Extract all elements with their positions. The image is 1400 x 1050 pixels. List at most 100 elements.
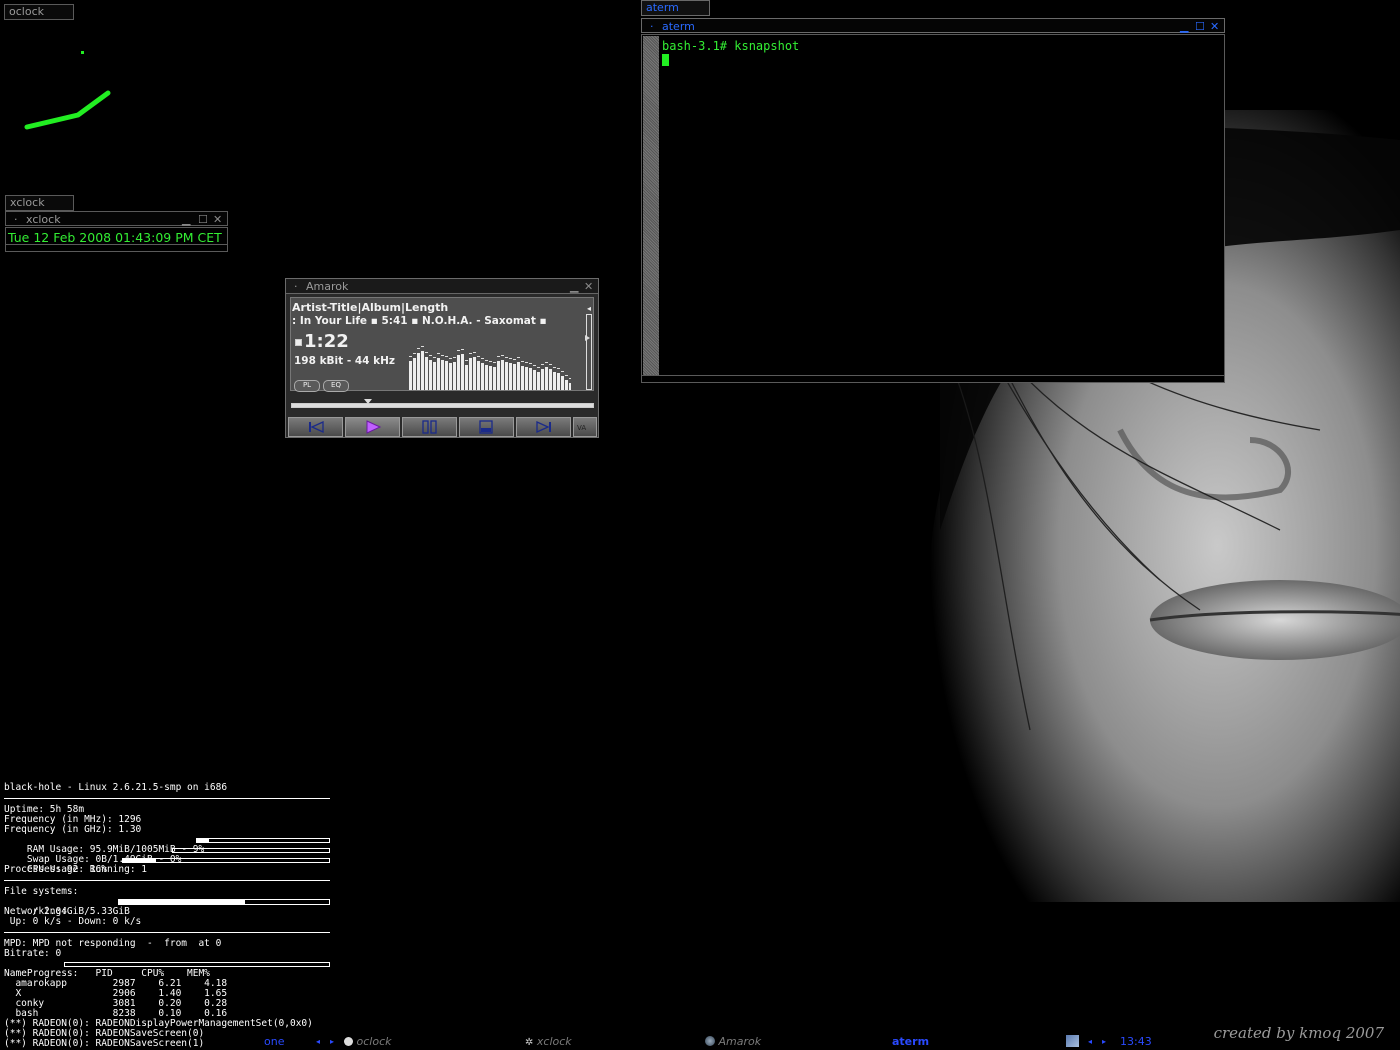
analyzer-bar [429, 360, 432, 390]
window-menu-icon[interactable]: · [650, 19, 654, 34]
process-count: Processes: 92 Running: 1 [4, 864, 147, 875]
minimize-icon[interactable]: ▁ [570, 279, 578, 294]
minimize-icon[interactable]: ▁ [1180, 19, 1188, 34]
window-next-icon[interactable]: ▸ [1102, 1037, 1106, 1046]
analyzer-bar [421, 351, 424, 390]
swap-usage: Swap Usage: 0B/1.49GiB - 0% [4, 845, 330, 865]
filesystems-title: File systems: [4, 886, 79, 897]
stop-button[interactable] [459, 417, 514, 437]
analyzer-peak [445, 356, 448, 357]
spectrum-analyzer [409, 346, 571, 390]
analyzer-peak [509, 358, 512, 359]
analyzer-bar [477, 361, 480, 390]
analyzer-peak [505, 357, 508, 358]
analyzer-bar [437, 358, 440, 390]
toolbar: one ◂ ▸ oclock ✲ xclock Amarok aterm ◂ ▸… [0, 1034, 1400, 1050]
amarok-titlebar[interactable]: · Amarok ▁ ✕ [286, 279, 598, 294]
analyzer-bar [549, 369, 552, 390]
toolbar-clock: 13:43 [1120, 1035, 1152, 1048]
equalizer-toggle-button[interactable]: EQ [323, 380, 349, 392]
close-icon[interactable]: ✕ [584, 279, 593, 294]
close-icon[interactable]: ✕ [1210, 19, 1219, 34]
analyzer-peak [437, 353, 440, 354]
minimize-icon[interactable]: ▁ [182, 212, 190, 227]
analyzer-bar [445, 361, 448, 390]
analyzer-bar [453, 362, 456, 390]
divider [4, 932, 330, 933]
analyzer-peak [449, 358, 452, 359]
analyzer-peak [469, 353, 472, 354]
analyzer-bar [465, 365, 468, 390]
analyzer-peak [549, 364, 552, 365]
analyzer-bar [537, 372, 540, 390]
mpd-bitrate: Bitrate: 0 [4, 948, 62, 959]
analyzer-peak [457, 350, 460, 351]
taskbar-item-aterm[interactable]: aterm [892, 1035, 929, 1048]
seek-slider[interactable] [291, 399, 594, 408]
play-button[interactable] [345, 417, 400, 437]
conky-monitor: black-hole - Linux 2.6.21.5-smp on i686 … [4, 783, 330, 1049]
analyzer-peak [489, 361, 492, 362]
analyzer-peak [557, 368, 560, 369]
analyzer-peak [533, 365, 536, 366]
previous-button[interactable] [288, 417, 343, 437]
volume-slider[interactable] [585, 314, 592, 390]
svg-text:VA: VA [577, 424, 586, 432]
analyzer-bar [493, 367, 496, 390]
analyzer-peak [521, 361, 524, 362]
taskbar-item-oclock[interactable]: oclock [344, 1035, 391, 1048]
tab-oclock[interactable]: oclock [4, 4, 74, 20]
xclock-time: Tue 12 Feb 2008 01:43:09 PM CET [8, 230, 222, 245]
window-menu-icon[interactable]: · [14, 212, 18, 227]
system-tray-icon[interactable] [1066, 1035, 1079, 1050]
aterm-titlebar[interactable]: · aterm ▁ ☐ ✕ [641, 18, 1225, 33]
playlist-toggle-button[interactable]: PL [294, 380, 320, 392]
window-resize-grip[interactable] [642, 375, 1224, 382]
analyzer-bar [529, 368, 532, 390]
analyzer-peak [473, 352, 476, 353]
analyzer-peak [465, 360, 468, 361]
pause-button[interactable] [402, 417, 457, 437]
mpd-progress-bar [64, 962, 330, 967]
next-button[interactable] [516, 417, 571, 437]
analyzer-peak [493, 362, 496, 363]
amarok-logo-button[interactable]: VA [573, 417, 597, 437]
window-title: xclock [26, 213, 61, 226]
xclock-titlebar[interactable]: · xclock ▁ ☐ ✕ [5, 211, 228, 226]
tab-xclock[interactable]: xclock [5, 195, 74, 211]
analyzer-peak [569, 378, 571, 379]
workspace-next-icon[interactable]: ▸ [330, 1037, 334, 1046]
terminal-scrollbar[interactable] [643, 36, 659, 376]
scrolling-track-info: : In Your Life ▪ 5:41 ▪ N.O.H.A. - Saxom… [292, 315, 547, 327]
analyzer-peak [481, 358, 484, 359]
analyzer-bar [441, 360, 444, 390]
maximize-icon[interactable]: ☐ [198, 212, 208, 227]
analyzer-bar [509, 363, 512, 390]
analyzer-bar [533, 370, 536, 390]
amarok-display: Artist-Title|Album|Length : In Your Life… [290, 297, 594, 392]
maximize-icon[interactable]: ☐ [1195, 19, 1205, 34]
analyzer-peak [545, 362, 548, 363]
aterm-terminal[interactable]: bash-3.1# ksnapshot [641, 34, 1225, 383]
divider [4, 880, 330, 881]
analyzer-bar [409, 361, 412, 390]
analyzer-bar [497, 361, 500, 390]
workspace-name[interactable]: one [264, 1035, 284, 1048]
elapsed-time: 1:22 [304, 331, 349, 352]
workspace-prev-icon[interactable]: ◂ [316, 1037, 320, 1046]
taskbar-item-amarok[interactable]: Amarok [705, 1035, 761, 1048]
cpu-usage-bar [122, 858, 330, 863]
window-resize-grip[interactable] [6, 244, 227, 251]
frequency-ghz: Frequency (in GHz): 1.30 [4, 824, 142, 835]
tab-aterm[interactable]: aterm [641, 0, 710, 16]
window-menu-icon[interactable]: · [294, 279, 298, 294]
taskbar-item-xclock[interactable]: ✲ xclock [525, 1035, 572, 1048]
close-icon[interactable]: ✕ [213, 212, 222, 227]
time-mode-icon[interactable] [295, 339, 302, 346]
analyzer-bar [541, 369, 544, 390]
analyzer-peak [461, 349, 464, 350]
analyzer-bar [461, 354, 464, 390]
window-prev-icon[interactable]: ◂ [1088, 1037, 1092, 1046]
analyzer-bar [413, 358, 416, 390]
filesystem-bar [118, 899, 330, 905]
